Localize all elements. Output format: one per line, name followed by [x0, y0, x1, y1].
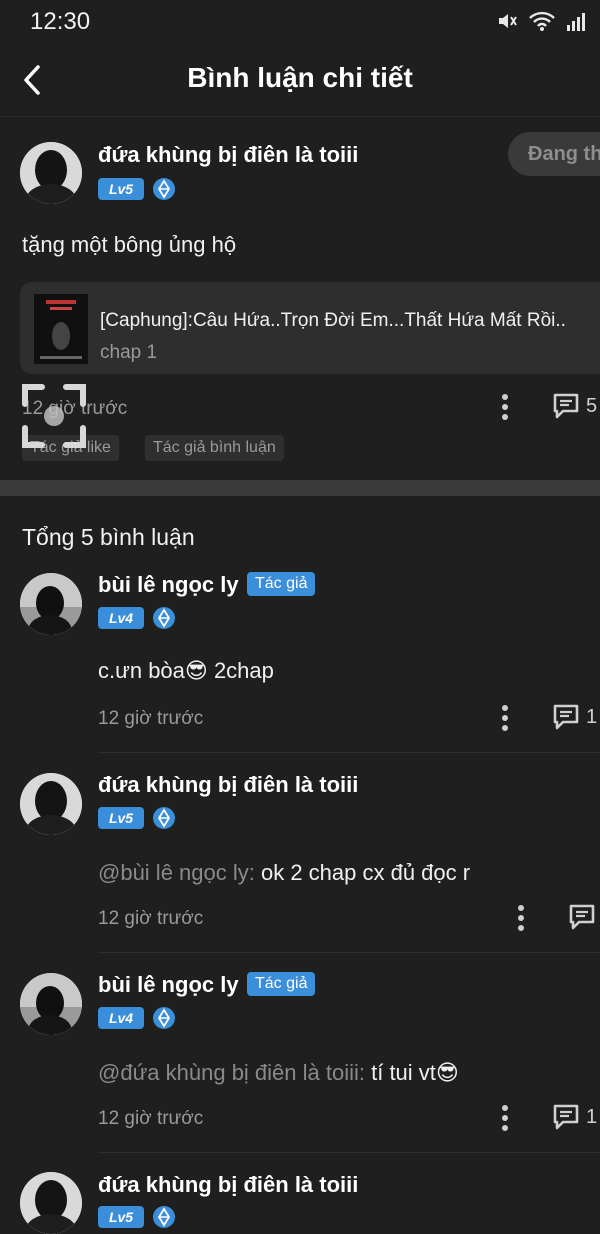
reply-icon: [553, 393, 579, 419]
status-icons: [496, 10, 586, 32]
comment-time: 12 giờ trước: [98, 708, 204, 729]
more-icon[interactable]: [497, 1103, 513, 1133]
mute-icon: [499, 14, 517, 28]
tag-author-like: Tác giả like: [22, 435, 119, 461]
status-time: 12:30: [30, 8, 91, 35]
follow-button[interactable]: Đang th: [508, 132, 600, 176]
reply-icon: [553, 704, 579, 730]
mention[interactable]: @đứa khùng bị điên là toiii:: [98, 1060, 365, 1085]
status-bar: 12:30: [0, 0, 600, 44]
section-divider: [0, 480, 600, 496]
avatar[interactable]: [20, 973, 82, 1035]
story-cover: [34, 294, 88, 364]
tag-author-comment: Tác giả bình luận: [145, 435, 284, 461]
reply-count: 1: [586, 705, 598, 728]
avatar[interactable]: [20, 1172, 82, 1234]
signal-icon: [567, 13, 585, 31]
author-badge: Tác giả: [247, 572, 316, 596]
row-divider: [98, 752, 600, 753]
total-comments: Tổng 5 bình luận: [22, 524, 195, 550]
rank-icon: [153, 178, 175, 200]
level-badge: Lv4: [98, 607, 144, 629]
wifi-icon: [529, 11, 555, 31]
level-badge: Lv5: [98, 178, 144, 200]
avatar[interactable]: [20, 573, 82, 635]
more-icon[interactable]: [497, 703, 513, 733]
reply-count: 1: [586, 1105, 598, 1128]
row-divider: [98, 952, 600, 953]
avatar[interactable]: [20, 142, 82, 204]
row-divider: [98, 1152, 600, 1153]
level-badge: Lv5: [98, 807, 144, 829]
comment-text: c.ưn bòa😎 2chap: [98, 658, 274, 684]
mention[interactable]: @bùi lê ngọc ly:: [98, 860, 255, 885]
level-badge: Lv5: [98, 1206, 144, 1228]
header: Bình luận chi tiết: [0, 44, 600, 116]
comment-text: tặng một bông ủng hộ: [22, 232, 237, 257]
username[interactable]: bùi lê ngọc ly: [98, 972, 239, 998]
comment-body: c.ưn bòa😎 2chap: [98, 658, 274, 683]
avatar[interactable]: [20, 773, 82, 835]
comment-time: 12 giờ trước: [98, 908, 204, 929]
level-badge: Lv4: [98, 1007, 144, 1029]
reply-icon: [569, 904, 595, 930]
comment-time: 12 giờ trước: [98, 1108, 204, 1129]
header-divider: [0, 116, 600, 117]
username[interactable]: đứa khùng bị điên là toiii: [98, 1172, 358, 1198]
comment-text: @đứa khùng bị điên là toiii: tí tui vt😎: [98, 1060, 459, 1086]
more-icon[interactable]: [513, 903, 529, 933]
story-chapter: chap 1: [100, 342, 158, 363]
reply-button[interactable]: 1: [552, 703, 597, 731]
reply-icon: [553, 1104, 579, 1130]
reply-button[interactable]: [568, 903, 596, 931]
comment-time: 12 giờ trước: [22, 398, 128, 419]
comment-body: tí tui vt😎: [365, 1060, 459, 1085]
reply-count: 5: [586, 394, 598, 417]
reply-button[interactable]: 5: [552, 392, 597, 420]
comment-text: @bùi lê ngọc ly: ok 2 chap cx đủ đọc r: [98, 860, 470, 886]
username[interactable]: đứa khùng bị điên là toiii: [98, 772, 358, 798]
comment-body: ok 2 chap cx đủ đọc r: [254, 860, 471, 885]
reply-button[interactable]: 1: [552, 1103, 597, 1131]
username[interactable]: đứa khùng bị điên là toiii: [98, 142, 358, 168]
page-title: Bình luận chi tiết: [187, 62, 413, 93]
rank-icon: [153, 1206, 175, 1228]
rank-icon: [153, 807, 175, 829]
username[interactable]: bùi lê ngọc ly: [98, 572, 239, 598]
rank-icon: [153, 607, 175, 629]
story-card[interactable]: [Caphung]:Câu Hứa..Trọn Đời Em...Thất Hứ…: [20, 282, 600, 374]
author-badge: Tác giả: [247, 972, 316, 996]
more-icon[interactable]: [497, 392, 513, 422]
story-title: [Caphung]:Câu Hứa..Trọn Đời Em...Thất Hứ…: [100, 310, 566, 331]
rank-icon: [153, 1007, 175, 1029]
